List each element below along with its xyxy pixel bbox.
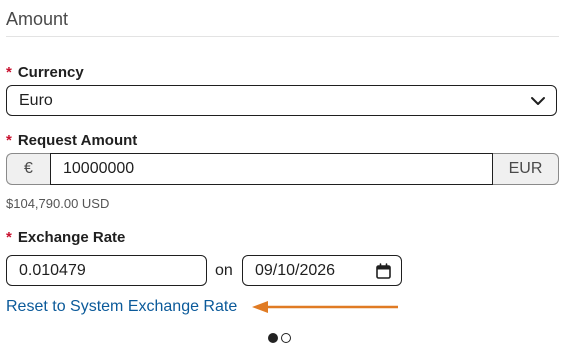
request-amount-group: € 10000000 EUR: [6, 153, 559, 185]
currency-label-text: Currency: [17, 64, 84, 81]
reset-exchange-rate-link[interactable]: Reset to System Exchange Rate: [6, 298, 237, 316]
request-amount-input[interactable]: 10000000: [50, 153, 493, 185]
currency-select-value: Euro: [19, 91, 53, 109]
required-marker: *: [6, 64, 12, 81]
section-divider: [6, 36, 559, 37]
exchange-date-value: 09/10/2026: [255, 261, 336, 279]
exchange-rate-label: * Exchange Rate: [6, 229, 125, 246]
request-amount-label-text: Request Amount: [17, 132, 138, 149]
currency-select[interactable]: Euro: [6, 85, 557, 116]
currency-label: * Currency: [6, 64, 84, 81]
chevron-down-icon: [531, 97, 545, 105]
calendar-icon[interactable]: [376, 263, 391, 279]
arrow-left-icon: [252, 301, 398, 313]
pagination-dot-active[interactable]: [268, 333, 278, 343]
required-marker: *: [6, 132, 12, 149]
currency-symbol-addon: €: [6, 153, 50, 185]
exchange-date-input[interactable]: 09/10/2026: [242, 255, 402, 286]
exchange-rate-input[interactable]: 0.010479: [6, 255, 207, 286]
section-title: Amount: [6, 9, 69, 29]
pagination-dot-inactive[interactable]: [281, 333, 291, 343]
pagination-dots: [268, 333, 291, 343]
request-amount-label: * Request Amount: [6, 132, 137, 149]
exchange-rate-label-text: Exchange Rate: [17, 229, 126, 246]
on-label: on: [215, 262, 233, 279]
converted-amount-note: $104,790.00 USD: [6, 196, 110, 211]
required-marker: *: [6, 229, 12, 246]
currency-code-addon: EUR: [493, 153, 559, 185]
